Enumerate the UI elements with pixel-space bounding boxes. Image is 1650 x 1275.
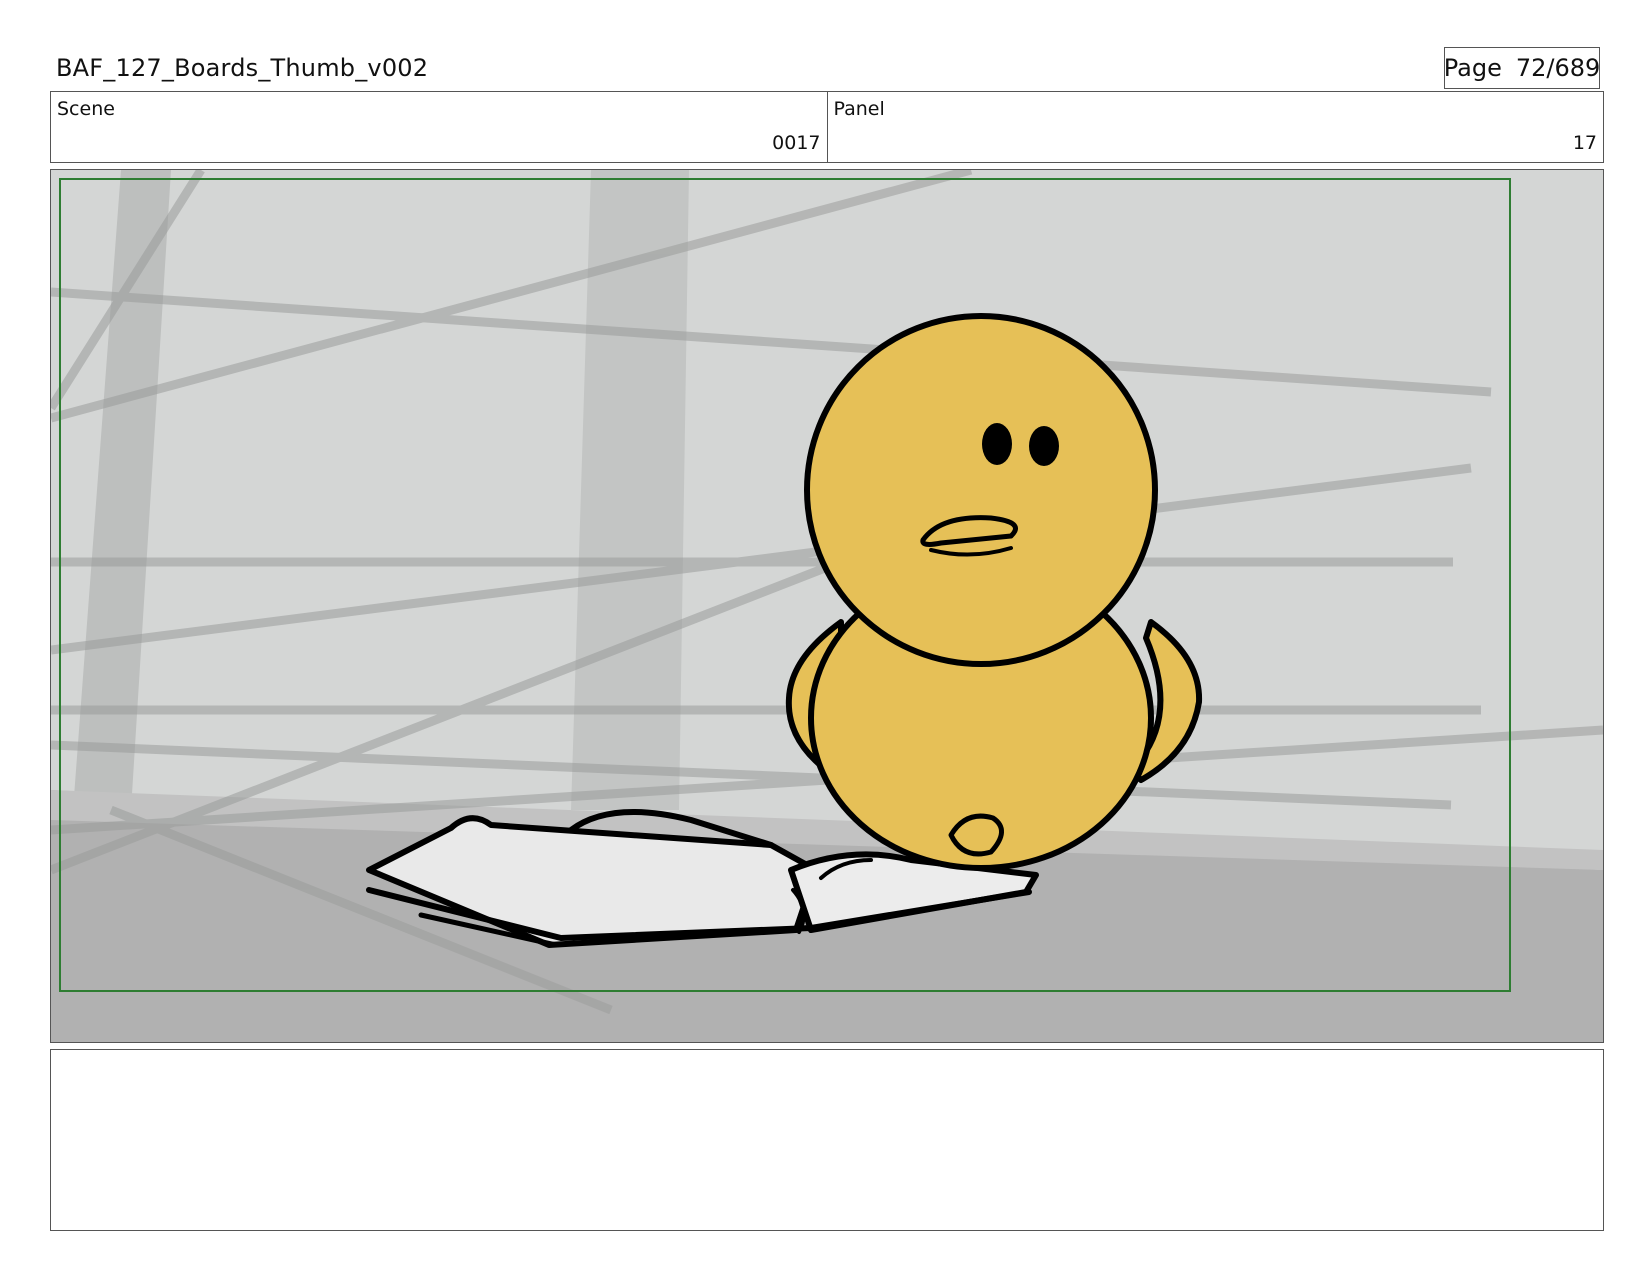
page-indicator: Page 72/689 — [1444, 47, 1600, 89]
storyboard-frame — [50, 169, 1604, 1043]
document-title: BAF_127_Boards_Thumb_v002 — [56, 54, 429, 82]
right-eye — [1029, 426, 1059, 466]
panel-label: Panel — [833, 98, 885, 120]
scene-cell: Scene 0017 — [51, 92, 827, 162]
scene-label: Scene — [57, 98, 115, 120]
panel-cell: Panel 17 — [826, 92, 1604, 162]
notes-area — [50, 1049, 1604, 1231]
scene-panel-info: Scene 0017 Panel 17 — [50, 91, 1604, 163]
left-eye — [982, 423, 1012, 465]
panel-value: 17 — [1572, 132, 1597, 154]
storyboard-drawing — [51, 170, 1603, 1042]
page-number: 72/689 — [1515, 54, 1601, 82]
scene-value: 0017 — [772, 132, 821, 154]
page-label: Page — [1443, 54, 1502, 82]
